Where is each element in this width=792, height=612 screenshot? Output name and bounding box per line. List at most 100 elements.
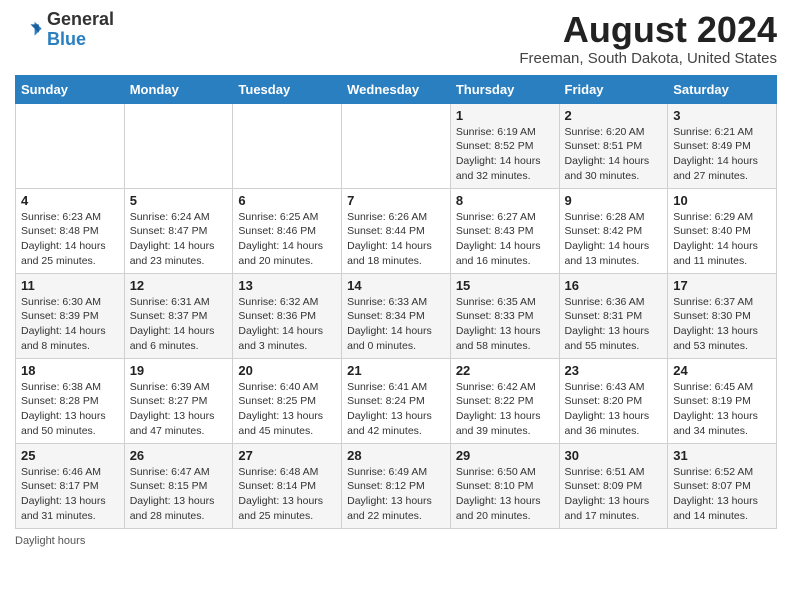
calendar-cell: [16, 103, 125, 188]
calendar-cell: 28 Sunrise: 6:49 AM Sunset: 8:12 PM Dayli…: [342, 443, 451, 528]
day-number: 30: [565, 448, 663, 463]
cell-sunrise-sunset-text: Sunrise: 6:36 AM Sunset: 8:31 PM Dayligh…: [565, 295, 663, 354]
calendar-cell: 18 Sunrise: 6:38 AM Sunset: 8:28 PM Dayli…: [16, 358, 125, 443]
cell-sunrise-sunset-text: Sunrise: 6:43 AM Sunset: 8:20 PM Dayligh…: [565, 380, 663, 439]
cell-sunrise-sunset-text: Sunrise: 6:37 AM Sunset: 8:30 PM Dayligh…: [673, 295, 771, 354]
day-number: 20: [238, 363, 336, 378]
calendar-cell: 22 Sunrise: 6:42 AM Sunset: 8:22 PM Dayli…: [450, 358, 559, 443]
calendar-cell: 13Sunrise: 6:32 AM Sunset: 8:36 PM Dayli…: [233, 273, 342, 358]
day-number: 2: [565, 108, 663, 123]
cell-sunrise-sunset-text: Sunrise: 6:40 AM Sunset: 8:25 PM Dayligh…: [238, 380, 336, 439]
calendar-cell: 4 Sunrise: 6:23 AM Sunset: 8:48 PM Daylig…: [16, 188, 125, 273]
calendar-cell: 8 Sunrise: 6:27 AM Sunset: 8:43 PM Daylig…: [450, 188, 559, 273]
day-number: 9: [565, 193, 663, 208]
calendar-cell: 11Sunrise: 6:30 AM Sunset: 8:39 PM Dayli…: [16, 273, 125, 358]
calendar-cell: 2 Sunrise: 6:20 AM Sunset: 8:51 PM Daylig…: [559, 103, 668, 188]
cell-sunrise-sunset-text: Sunrise: 6:29 AM Sunset: 8:40 PM Dayligh…: [673, 210, 771, 269]
calendar-cell: 26Sunrise: 6:47 AM Sunset: 8:15 PM Dayli…: [124, 443, 233, 528]
cell-sunrise-sunset-text: Sunrise: 6:28 AM Sunset: 8:42 PM Dayligh…: [565, 210, 663, 269]
calendar-header-row: SundayMondayTuesdayWednesdayThursdayFrid…: [16, 75, 777, 103]
calendar-cell: 3 Sunrise: 6:21 AM Sunset: 8:49 PM Daylig…: [668, 103, 777, 188]
day-number: 18: [21, 363, 119, 378]
calendar-cell: 17 Sunrise: 6:37 AM Sunset: 8:30 PM Dayli…: [668, 273, 777, 358]
calendar-cell: 29Sunrise: 6:50 AM Sunset: 8:10 PM Dayli…: [450, 443, 559, 528]
cell-sunrise-sunset-text: Sunrise: 6:25 AM Sunset: 8:46 PM Dayligh…: [238, 210, 336, 269]
calendar-cell: 25 Sunrise: 6:46 AM Sunset: 8:17 PM Dayli…: [16, 443, 125, 528]
day-number: 21: [347, 363, 445, 378]
cell-sunrise-sunset-text: Sunrise: 6:19 AM Sunset: 8:52 PM Dayligh…: [456, 125, 554, 184]
cell-sunrise-sunset-text: Sunrise: 6:33 AM Sunset: 8:34 PM Dayligh…: [347, 295, 445, 354]
day-number: 22: [456, 363, 554, 378]
day-number: 4: [21, 193, 119, 208]
day-number: 1: [456, 108, 554, 123]
calendar-cell: 5 Sunrise: 6:24 AM Sunset: 8:47 PM Daylig…: [124, 188, 233, 273]
day-number: 3: [673, 108, 771, 123]
cell-sunrise-sunset-text: Sunrise: 6:42 AM Sunset: 8:22 PM Dayligh…: [456, 380, 554, 439]
cell-sunrise-sunset-text: Sunrise: 6:47 AM Sunset: 8:15 PM Dayligh…: [130, 465, 228, 524]
month-year-title: August 2024: [519, 10, 777, 50]
day-number: 15: [456, 278, 554, 293]
cell-sunrise-sunset-text: Sunrise: 6:38 AM Sunset: 8:28 PM Dayligh…: [21, 380, 119, 439]
cell-sunrise-sunset-text: Sunrise: 6:41 AM Sunset: 8:24 PM Dayligh…: [347, 380, 445, 439]
location-subtitle: Freeman, South Dakota, United States: [519, 50, 777, 67]
cell-sunrise-sunset-text: Sunrise: 6:32 AM Sunset: 8:36 PM Dayligh…: [238, 295, 336, 354]
cell-sunrise-sunset-text: Sunrise: 6:46 AM Sunset: 8:17 PM Dayligh…: [21, 465, 119, 524]
calendar-cell: 23 Sunrise: 6:43 AM Sunset: 8:20 PM Dayli…: [559, 358, 668, 443]
calendar-footer: Daylight hours: [15, 535, 777, 547]
cell-sunrise-sunset-text: Sunrise: 6:48 AM Sunset: 8:14 PM Dayligh…: [238, 465, 336, 524]
day-number: 24: [673, 363, 771, 378]
calendar-cell: [342, 103, 451, 188]
calendar-day-header: Monday: [124, 75, 233, 103]
day-number: 28: [347, 448, 445, 463]
day-number: 8: [456, 193, 554, 208]
calendar-cell: 16 Sunrise: 6:36 AM Sunset: 8:31 PM Dayli…: [559, 273, 668, 358]
day-number: 6: [238, 193, 336, 208]
day-number: 23: [565, 363, 663, 378]
cell-sunrise-sunset-text: Sunrise: 6:49 AM Sunset: 8:12 PM Dayligh…: [347, 465, 445, 524]
calendar-cell: 27Sunrise: 6:48 AM Sunset: 8:14 PM Dayli…: [233, 443, 342, 528]
day-number: 7: [347, 193, 445, 208]
calendar-cell: 19Sunrise: 6:39 AM Sunset: 8:27 PM Dayli…: [124, 358, 233, 443]
calendar-cell: 7Sunrise: 6:26 AM Sunset: 8:44 PM Daylig…: [342, 188, 451, 273]
cell-sunrise-sunset-text: Sunrise: 6:20 AM Sunset: 8:51 PM Dayligh…: [565, 125, 663, 184]
cell-sunrise-sunset-text: Sunrise: 6:27 AM Sunset: 8:43 PM Dayligh…: [456, 210, 554, 269]
calendar-cell: 12 Sunrise: 6:31 AM Sunset: 8:37 PM Dayli…: [124, 273, 233, 358]
day-number: 17: [673, 278, 771, 293]
calendar-cell: 15Sunrise: 6:35 AM Sunset: 8:33 PM Dayli…: [450, 273, 559, 358]
logo: General Blue: [15, 10, 114, 50]
calendar-cell: [124, 103, 233, 188]
title-block: August 2024 Freeman, South Dakota, Unite…: [519, 10, 777, 67]
calendar-cell: 30 Sunrise: 6:51 AM Sunset: 8:09 PM Dayli…: [559, 443, 668, 528]
cell-sunrise-sunset-text: Sunrise: 6:45 AM Sunset: 8:19 PM Dayligh…: [673, 380, 771, 439]
day-number: 10: [673, 193, 771, 208]
logo-text: General Blue: [47, 10, 114, 50]
daylight-hours-label: Daylight hours: [15, 535, 85, 547]
calendar-week-row: 25 Sunrise: 6:46 AM Sunset: 8:17 PM Dayli…: [16, 443, 777, 528]
calendar-table: SundayMondayTuesdayWednesdayThursdayFrid…: [15, 75, 777, 529]
cell-sunrise-sunset-text: Sunrise: 6:31 AM Sunset: 8:37 PM Dayligh…: [130, 295, 228, 354]
day-number: 5: [130, 193, 228, 208]
calendar-day-header: Sunday: [16, 75, 125, 103]
day-number: 11: [21, 278, 119, 293]
calendar-cell: 10 Sunrise: 6:29 AM Sunset: 8:40 PM Dayli…: [668, 188, 777, 273]
calendar-week-row: 18 Sunrise: 6:38 AM Sunset: 8:28 PM Dayli…: [16, 358, 777, 443]
day-number: 16: [565, 278, 663, 293]
calendar-week-row: 4 Sunrise: 6:23 AM Sunset: 8:48 PM Daylig…: [16, 188, 777, 273]
day-number: 12: [130, 278, 228, 293]
cell-sunrise-sunset-text: Sunrise: 6:50 AM Sunset: 8:10 PM Dayligh…: [456, 465, 554, 524]
page-header: General Blue August 2024 Freeman, South …: [15, 10, 777, 67]
logo-icon: [15, 16, 43, 44]
cell-sunrise-sunset-text: Sunrise: 6:24 AM Sunset: 8:47 PM Dayligh…: [130, 210, 228, 269]
calendar-cell: 31Sunrise: 6:52 AM Sunset: 8:07 PM Dayli…: [668, 443, 777, 528]
calendar-day-header: Wednesday: [342, 75, 451, 103]
calendar-cell: 6 Sunrise: 6:25 AM Sunset: 8:46 PM Daylig…: [233, 188, 342, 273]
calendar-cell: 14 Sunrise: 6:33 AM Sunset: 8:34 PM Dayli…: [342, 273, 451, 358]
cell-sunrise-sunset-text: Sunrise: 6:52 AM Sunset: 8:07 PM Dayligh…: [673, 465, 771, 524]
cell-sunrise-sunset-text: Sunrise: 6:21 AM Sunset: 8:49 PM Dayligh…: [673, 125, 771, 184]
cell-sunrise-sunset-text: Sunrise: 6:39 AM Sunset: 8:27 PM Dayligh…: [130, 380, 228, 439]
day-number: 25: [21, 448, 119, 463]
cell-sunrise-sunset-text: Sunrise: 6:51 AM Sunset: 8:09 PM Dayligh…: [565, 465, 663, 524]
day-number: 14: [347, 278, 445, 293]
cell-sunrise-sunset-text: Sunrise: 6:23 AM Sunset: 8:48 PM Dayligh…: [21, 210, 119, 269]
calendar-cell: 9 Sunrise: 6:28 AM Sunset: 8:42 PM Daylig…: [559, 188, 668, 273]
